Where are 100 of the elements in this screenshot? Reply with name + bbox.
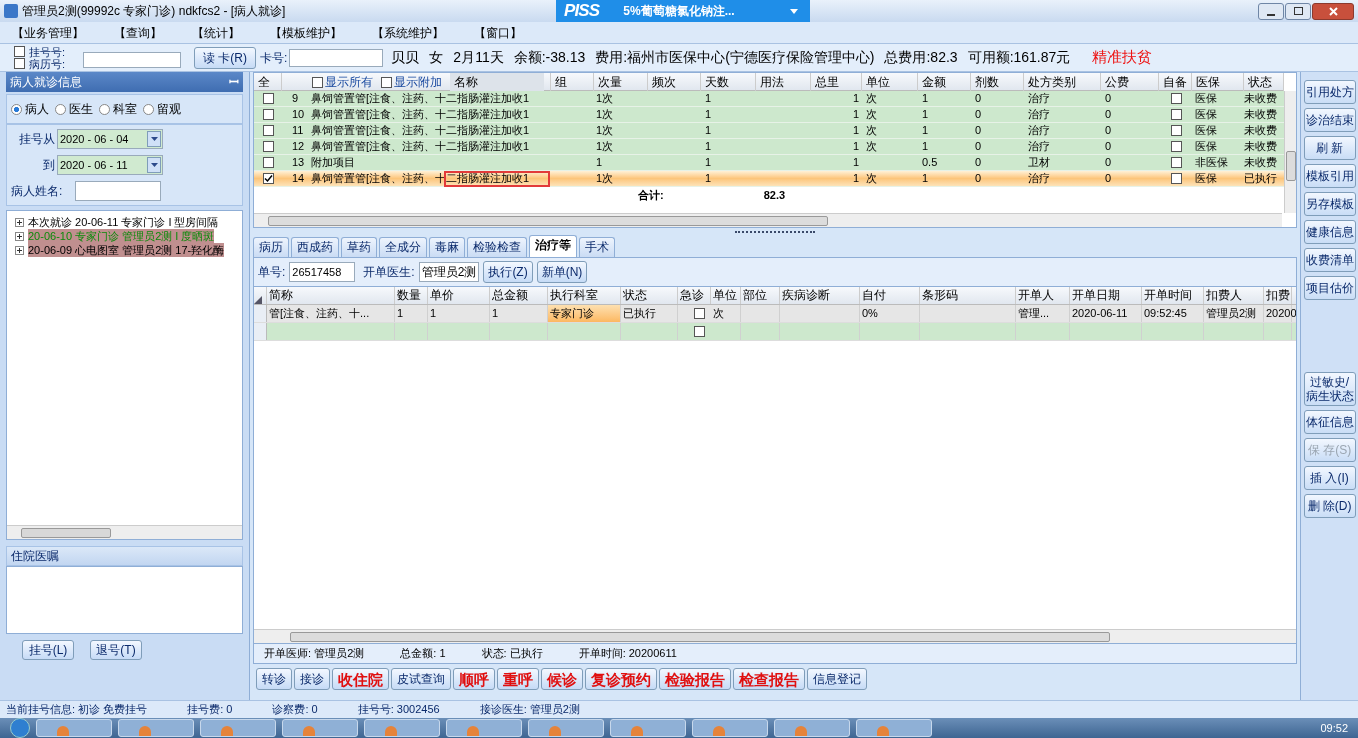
side-button[interactable]: 诊治结束 <box>1303 108 1356 132</box>
panel-button[interactable]: 退号(T) <box>90 640 142 660</box>
checkbox[interactable] <box>312 76 323 88</box>
row-checkbox[interactable] <box>263 173 274 184</box>
side-button[interactable]: 收费清单 <box>1303 248 1356 272</box>
splitter-grip[interactable] <box>735 230 815 234</box>
visit-item[interactable]: 本次就诊 20-06-11 专家门诊 I 型房间隔 <box>28 215 219 229</box>
action-button[interactable]: 顺呼 <box>453 668 495 690</box>
column-header[interactable]: 执行科室 <box>548 287 621 304</box>
id-input[interactable] <box>83 52 181 68</box>
row-checkbox[interactable] <box>263 141 274 152</box>
horizontal-scrollbar[interactable] <box>7 525 242 539</box>
column-header[interactable]: 扣费人 <box>1204 287 1264 304</box>
tab[interactable]: 毒麻 <box>429 237 465 257</box>
row-checkbox[interactable] <box>263 93 274 104</box>
doctor-field[interactable]: 管理员2测 <box>418 262 480 282</box>
column-header[interactable]: 简称 <box>267 287 395 304</box>
column-header[interactable]: 部位 <box>741 287 780 304</box>
column-header[interactable]: 开单人 <box>1016 287 1070 304</box>
close-button[interactable] <box>1312 2 1354 20</box>
column-header[interactable]: 自付 <box>860 287 920 304</box>
side-button[interactable]: 插 入(I) <box>1303 466 1356 490</box>
table-row[interactable]: 12 鼻饲管置管[注食、注药、十二指肠灌注加收1 1次 1 1 次 1 0 治疗 0 医保 未收费 <box>254 139 1284 155</box>
toggle-label[interactable]: 显示附加 <box>394 73 442 91</box>
menu-item[interactable]: 【系统维护】 <box>372 23 444 42</box>
column-header[interactable]: 单价 <box>428 287 490 304</box>
action-button[interactable]: 检验报告 <box>659 668 731 690</box>
table-row[interactable]: 管[注食、注药、十... 1 1 1 专家门诊 已执行 次 0% 管理... 2020-06-11 09:52:45 管理员2测 20200 <box>254 305 1296 323</box>
radio-button[interactable] <box>55 103 66 115</box>
tab[interactable]: 草药 <box>341 237 377 257</box>
radio-button[interactable] <box>143 103 154 115</box>
checkbox[interactable] <box>1171 125 1182 136</box>
action-button[interactable]: 复诊预约 <box>585 668 657 690</box>
row-checkbox[interactable] <box>263 109 274 120</box>
action-button[interactable]: 转诊 <box>256 668 292 690</box>
card-input[interactable] <box>289 48 384 67</box>
action-button[interactable]: 检查报告 <box>733 668 805 690</box>
table-row[interactable]: 11 鼻饲管置管[注食、注药、十二指肠灌注加收1 1次 1 1 次 1 0 治疗 0 医保 未收费 <box>254 123 1284 139</box>
menu-item[interactable]: 【模板维护】 <box>270 23 342 42</box>
tab[interactable]: 全成分 <box>379 237 427 257</box>
side-button[interactable]: 过敏史/病生状态 <box>1303 372 1356 406</box>
action-button[interactable]: 候诊 <box>541 668 583 690</box>
checkbox[interactable] <box>1171 141 1182 152</box>
expand-icon[interactable] <box>15 217 24 227</box>
side-button[interactable]: 引用处方 <box>1303 80 1356 104</box>
column-header[interactable]: 总金额 <box>490 287 548 304</box>
column-header[interactable]: 开单日期 <box>1070 287 1142 304</box>
tab[interactable]: 西成药 <box>291 237 339 257</box>
action-button[interactable]: 信息登记 <box>807 668 867 690</box>
action-button[interactable]: 收住院 <box>332 668 389 690</box>
checkbox[interactable] <box>694 308 705 319</box>
horizontal-scrollbar[interactable] <box>254 213 1282 227</box>
table-row[interactable]: 13 附加项目 1 1 1 0.5 0 卫材 0 非医保 未收费 <box>254 155 1284 171</box>
side-button[interactable]: 删 除(D) <box>1303 494 1356 518</box>
row-checkbox[interactable] <box>263 125 274 136</box>
column-header[interactable]: 扣费 <box>1264 287 1292 304</box>
pin-button[interactable]: ꟷ <box>229 73 239 91</box>
start-button[interactable] <box>10 718 30 738</box>
checkbox[interactable] <box>14 58 25 69</box>
table-row[interactable]: 9 鼻饲管置管[注食、注药、十二指肠灌注加收1 1次 1 1 次 1 0 治疗 0 医保 未收费 <box>254 91 1284 107</box>
menu-item[interactable]: 【统计】 <box>192 23 240 42</box>
checkbox[interactable] <box>1171 157 1182 168</box>
column-header[interactable]: 数量 <box>395 287 428 304</box>
checkbox[interactable] <box>694 326 705 337</box>
checkbox[interactable] <box>1171 93 1182 104</box>
side-button[interactable]: 健康信息 <box>1303 220 1356 244</box>
side-button[interactable]: 项目估价 <box>1303 276 1356 300</box>
expand-icon[interactable] <box>15 245 24 255</box>
checkbox[interactable] <box>381 76 392 88</box>
side-button[interactable]: 模板引用 <box>1303 164 1356 188</box>
menu-item[interactable]: 【业务管理】 <box>12 23 84 42</box>
expand-icon[interactable] <box>15 231 24 241</box>
side-button[interactable]: 刷 新 <box>1303 136 1356 160</box>
horizontal-scrollbar[interactable] <box>254 629 1296 643</box>
checkbox[interactable] <box>1171 173 1182 184</box>
action-button[interactable]: 皮试查询 <box>391 668 451 690</box>
checkbox[interactable] <box>1171 109 1182 120</box>
minimize-button[interactable] <box>1258 2 1284 20</box>
restore-button[interactable] <box>1285 2 1311 20</box>
date-picker[interactable]: 2020 - 06 - 04 <box>57 129 163 149</box>
column-header[interactable]: 单位 <box>711 287 741 304</box>
radio-button[interactable] <box>99 103 110 115</box>
tab[interactable]: 检验检查 <box>467 237 527 257</box>
visit-item[interactable]: 20-06-09 心电图室 管理员2测 17-羟化酶 <box>28 243 225 257</box>
column-header[interactable]: 疾病诊断 <box>780 287 860 304</box>
form-button[interactable]: 执行(Z) <box>483 261 533 283</box>
tab[interactable]: 治疗等 <box>529 235 577 257</box>
side-button[interactable]: 另存模板 <box>1303 192 1356 216</box>
column-header[interactable]: 急诊 <box>678 287 711 304</box>
checkbox[interactable] <box>14 46 25 57</box>
form-button[interactable]: 新单(N) <box>536 261 588 283</box>
tab[interactable]: 病历 <box>253 237 289 257</box>
menu-item[interactable]: 【查询】 <box>114 23 162 42</box>
column-header[interactable]: 状态 <box>621 287 678 304</box>
column-header[interactable]: 名称 <box>450 73 544 91</box>
tab[interactable]: 手术 <box>579 237 615 257</box>
action-button[interactable]: 接诊 <box>294 668 330 690</box>
date-picker[interactable]: 2020 - 06 - 11 <box>57 155 163 175</box>
table-row[interactable]: 10 鼻饲管置管[注食、注药、十二指肠灌注加收1 1次 1 1 次 1 0 治疗 0 医保 未收费 <box>254 107 1284 123</box>
row-checkbox[interactable] <box>263 157 274 168</box>
